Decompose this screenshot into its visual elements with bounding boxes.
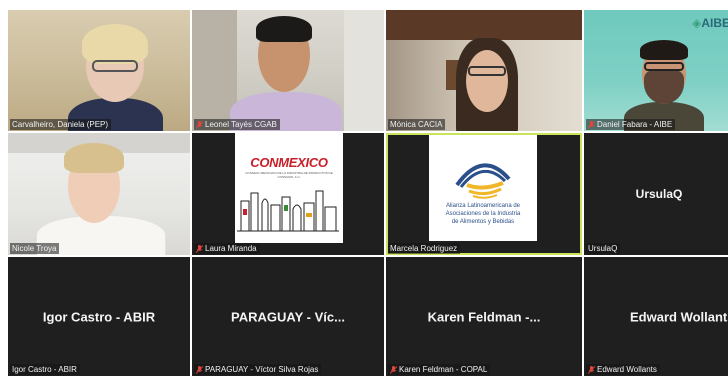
participant-name: Karen Feldman - COPAL — [399, 365, 488, 374]
video-tile-victor[interactable]: PARAGUAY - Víc... PARAGUAY - Víctor Silv… — [192, 257, 384, 376]
video-tile-karen[interactable]: Karen Feldman -... Karen Feldman - COPAL — [386, 257, 582, 376]
muted-mic-icon — [196, 244, 203, 253]
conmexico-title: CONMEXICO — [250, 155, 328, 170]
participant-name-tag: Nicole Troya — [10, 243, 60, 254]
video-tile-daniel[interactable]: ◈AIBE Daniel Fabara - AIBE — [584, 10, 728, 131]
participant-name-tag: Mónica CACIA — [388, 119, 446, 130]
video-tile-igor[interactable]: Igor Castro - ABIR Igor Castro - ABIR — [8, 257, 190, 376]
video-tile-daniela[interactable]: Carvalheiro, Daniela (PEP) — [8, 10, 190, 131]
participant-name-tag: Edward Wollants — [586, 364, 660, 375]
alianza-line3: de Alimentos y Bebidas — [451, 219, 515, 225]
participant-name-tag: Igor Castro - ABIR — [10, 364, 80, 375]
participant-display-name: Igor Castro - ABIR — [42, 309, 156, 324]
video-tile-leonel[interactable]: Leonel Tayés CGAB — [192, 10, 384, 131]
conmexico-logo: CONMEXICO CONSEJO MEXICANO DE LA INDUSTR… — [235, 133, 343, 243]
participant-name: Mónica CACIA — [390, 120, 443, 129]
alianza-line1: Alianza Latinoamericana de — [445, 203, 521, 209]
video-tile-monica[interactable]: Mónica CACIA — [386, 10, 582, 131]
participant-name: PARAGUAY - Víctor Silva Rojas — [205, 365, 319, 374]
participant-video — [8, 133, 190, 255]
participant-name-tag: PARAGUAY - Víctor Silva Rojas — [194, 364, 322, 375]
participant-name-tag: UrsulaQ — [586, 243, 621, 254]
participant-video — [192, 10, 384, 131]
video-grid: Carvalheiro, Daniela (PEP) Leonel Tayés … — [8, 10, 728, 379]
participant-display-name: PARAGUAY - Víc... — [231, 309, 345, 324]
muted-mic-icon — [390, 365, 397, 374]
participant-name: Marcela Rodriguez — [390, 244, 458, 253]
video-tile-edward[interactable]: Edward Wollants Edward Wollants — [584, 257, 728, 376]
participant-name: Nicole Troya — [12, 244, 57, 253]
video-tile-ursula[interactable]: UrsulaQ UrsulaQ — [584, 133, 728, 255]
participant-video — [386, 10, 582, 131]
participant-name: Edward Wollants — [597, 365, 657, 374]
participant-name: Daniel Fabara - AIBE — [597, 120, 673, 129]
alianza-emblem-icon — [455, 163, 511, 199]
video-tile-laura[interactable]: CONMEXICO CONSEJO MEXICANO DE LA INDUSTR… — [192, 133, 384, 255]
participant-name-tag: Daniel Fabara - AIBE — [586, 119, 676, 130]
participant-name: Carvalheiro, Daniela (PEP) — [12, 120, 109, 129]
participant-name: Igor Castro - ABIR — [12, 365, 77, 374]
muted-mic-icon — [196, 120, 203, 129]
participant-name-tag: Laura Miranda — [194, 243, 260, 254]
participant-name-tag: Marcela Rodriguez — [388, 243, 461, 254]
participant-video — [8, 10, 190, 131]
alianza-logo: Alianza Latinoamericana de Asociaciones … — [429, 135, 537, 241]
participant-name: UrsulaQ — [588, 244, 618, 253]
muted-mic-icon — [196, 365, 203, 374]
video-tile-marcela[interactable]: Alianza Latinoamericana de Asociaciones … — [386, 133, 582, 255]
products-illustration — [237, 190, 339, 232]
muted-mic-icon — [588, 120, 595, 129]
alianza-line2: Asociaciones de la Industria — [445, 211, 521, 217]
participant-name-tag: Leonel Tayés CGAB — [194, 119, 280, 130]
participant-display-name: UrsulaQ — [635, 187, 683, 201]
participant-name: Laura Miranda — [205, 244, 257, 253]
video-tile-nicole[interactable]: Nicole Troya — [8, 133, 190, 255]
participant-name: Leonel Tayés CGAB — [205, 120, 277, 129]
participant-name-tag: Carvalheiro, Daniela (PEP) — [10, 119, 112, 130]
participant-display-name: Edward Wollants — [630, 309, 728, 324]
participant-video — [584, 10, 728, 131]
participant-display-name: Karen Feldman -... — [427, 309, 541, 324]
muted-mic-icon — [588, 365, 595, 374]
conmexico-subtitle: CONSEJO MEXICANO DE LA INDUSTRIA DE PROD… — [245, 171, 333, 179]
participant-name-tag: Karen Feldman - COPAL — [388, 364, 491, 375]
